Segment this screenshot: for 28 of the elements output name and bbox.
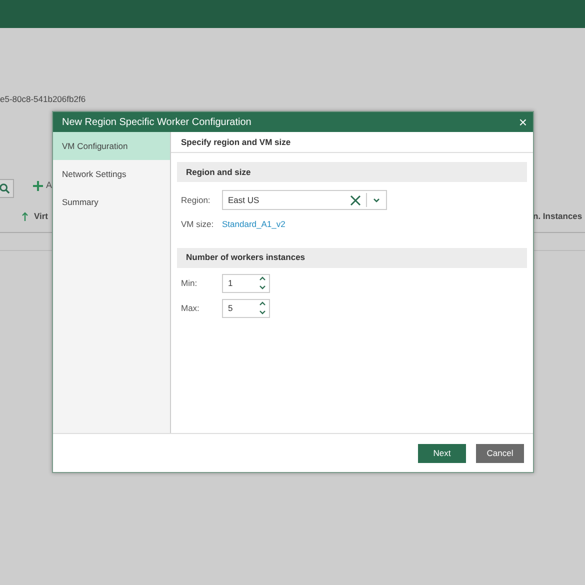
number-spinner[interactable]: 5 bbox=[222, 298, 270, 318]
step-tab[interactable]: Network Settings bbox=[53, 160, 170, 188]
add-button[interactable]: A bbox=[33, 179, 52, 192]
number-spinner[interactable]: 1 bbox=[222, 274, 270, 293]
search-button[interactable] bbox=[0, 179, 14, 198]
section-header: Number of workers instances bbox=[177, 248, 527, 268]
chevron-down-icon[interactable] bbox=[373, 198, 380, 202]
plus-icon bbox=[33, 180, 43, 191]
vm-size-link[interactable]: Standard_A1_v2 bbox=[222, 218, 286, 231]
dialog-title: New Region Specific Worker Configuration bbox=[62, 116, 252, 130]
spinner-arrows-icon[interactable] bbox=[259, 301, 266, 316]
step-tab[interactable]: Summary bbox=[53, 188, 170, 216]
clear-icon[interactable] bbox=[350, 194, 361, 206]
section-header: Region and size bbox=[177, 162, 527, 182]
step-tab[interactable]: VM Configuration bbox=[53, 132, 170, 160]
id-text: e5-80c8-541b206fb2f6 bbox=[0, 93, 86, 106]
region-select[interactable]: East US bbox=[222, 190, 387, 210]
close-button[interactable]: × bbox=[518, 115, 527, 129]
sort-arrow-icon bbox=[22, 212, 28, 221]
cancel-button[interactable]: Cancel bbox=[476, 444, 524, 462]
field-label: Region: bbox=[181, 194, 212, 206]
field-label: VM size: bbox=[181, 218, 215, 231]
next-button[interactable]: Next bbox=[418, 444, 466, 462]
field-label: Max: bbox=[181, 302, 200, 315]
spinner-arrows-icon[interactable] bbox=[259, 276, 266, 290]
column-header[interactable]: Virt bbox=[34, 210, 48, 223]
field-label: Min: bbox=[181, 276, 198, 290]
step-heading: Specify region and VM size bbox=[171, 132, 533, 153]
